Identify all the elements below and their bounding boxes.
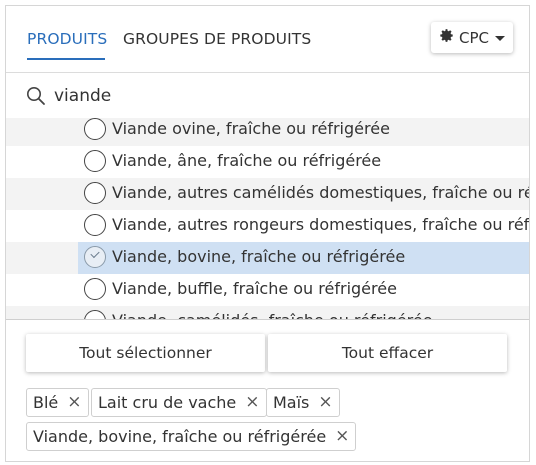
tab-groupes-de-produits[interactable]: GROUPES DE PRODUITS [123, 30, 311, 48]
list-item[interactable]: Viande, autres rongeurs domestiques, fra… [6, 210, 529, 242]
radio-button[interactable] [84, 118, 106, 140]
remove-chip-icon[interactable]: × [335, 428, 349, 445]
check-icon [90, 248, 100, 259]
remove-chip-icon[interactable]: × [318, 394, 332, 411]
chip-label: Viande, bovine, fraîche ou réfrigérée [33, 427, 327, 446]
chevron-down-icon [495, 36, 505, 41]
list-item[interactable]: Viande, buffle, fraîche ou réfrigérée [6, 274, 529, 306]
list-item[interactable]: Viande, autres camélidés domestiques, fr… [6, 178, 529, 210]
search-bar [6, 74, 529, 118]
selected-chip: Lait cru de vache × [91, 388, 267, 417]
clear-all-button[interactable]: Tout effacer [268, 334, 507, 372]
selected-chip: Maïs × [266, 388, 340, 417]
list-item[interactable]: Viande ovine, fraîche ou réfrigérée [6, 118, 529, 146]
tab-produits[interactable]: PRODUITS [27, 30, 107, 48]
list-item-label: Viande, bovine, fraîche ou réfrigérée [112, 247, 406, 266]
gear-icon [439, 28, 454, 47]
search-icon [27, 87, 45, 105]
product-list[interactable]: Viande ovine, fraîche ou réfrigérée Vian… [6, 118, 529, 319]
radio-button[interactable] [84, 150, 106, 172]
list-item-selected[interactable]: Viande, bovine, fraîche ou réfrigérée [6, 242, 529, 274]
list-item-label: Viande, camélidés, fraîche ou réfrigérée [112, 311, 433, 319]
active-tab-indicator [27, 58, 105, 60]
product-selector-panel: PRODUITS GROUPES DE PRODUITS CPC Viande … [5, 5, 530, 462]
list-item-label: Viande, autres camélidés domestiques, fr… [112, 183, 529, 202]
remove-chip-icon[interactable]: × [245, 394, 259, 411]
tab-bar: PRODUITS GROUPES DE PRODUITS CPC [6, 6, 529, 73]
selected-chip: Viande, bovine, fraîche ou réfrigérée × [26, 422, 357, 451]
list-item-label: Viande ovine, fraîche ou réfrigérée [112, 119, 390, 138]
selection-footer: Tout sélectionner Tout effacer Blé × Lai… [6, 319, 529, 461]
classification-dropdown[interactable]: CPC [431, 22, 513, 53]
radio-button[interactable] [84, 214, 106, 236]
chip-label: Lait cru de vache [98, 393, 237, 412]
selected-chip: Blé × [26, 388, 89, 417]
radio-button[interactable] [84, 182, 106, 204]
select-all-button[interactable]: Tout sélectionner [26, 334, 265, 372]
list-item-label: Viande, âne, fraîche ou réfrigérée [112, 151, 382, 170]
list-item[interactable]: Viande, camélidés, fraîche ou réfrigérée [6, 306, 529, 319]
list-item[interactable]: Viande, âne, fraîche ou réfrigérée [6, 146, 529, 178]
classification-label: CPC [459, 28, 489, 47]
radio-button[interactable] [84, 278, 106, 300]
list-item-label: Viande, autres rongeurs domestiques, fra… [112, 215, 529, 234]
remove-chip-icon[interactable]: × [67, 394, 81, 411]
list-item-label: Viande, buffle, fraîche ou réfrigérée [112, 279, 397, 298]
search-input[interactable] [54, 82, 514, 110]
chip-label: Maïs [273, 393, 310, 412]
radio-button-checked[interactable] [84, 246, 106, 268]
chip-label: Blé [33, 393, 59, 412]
